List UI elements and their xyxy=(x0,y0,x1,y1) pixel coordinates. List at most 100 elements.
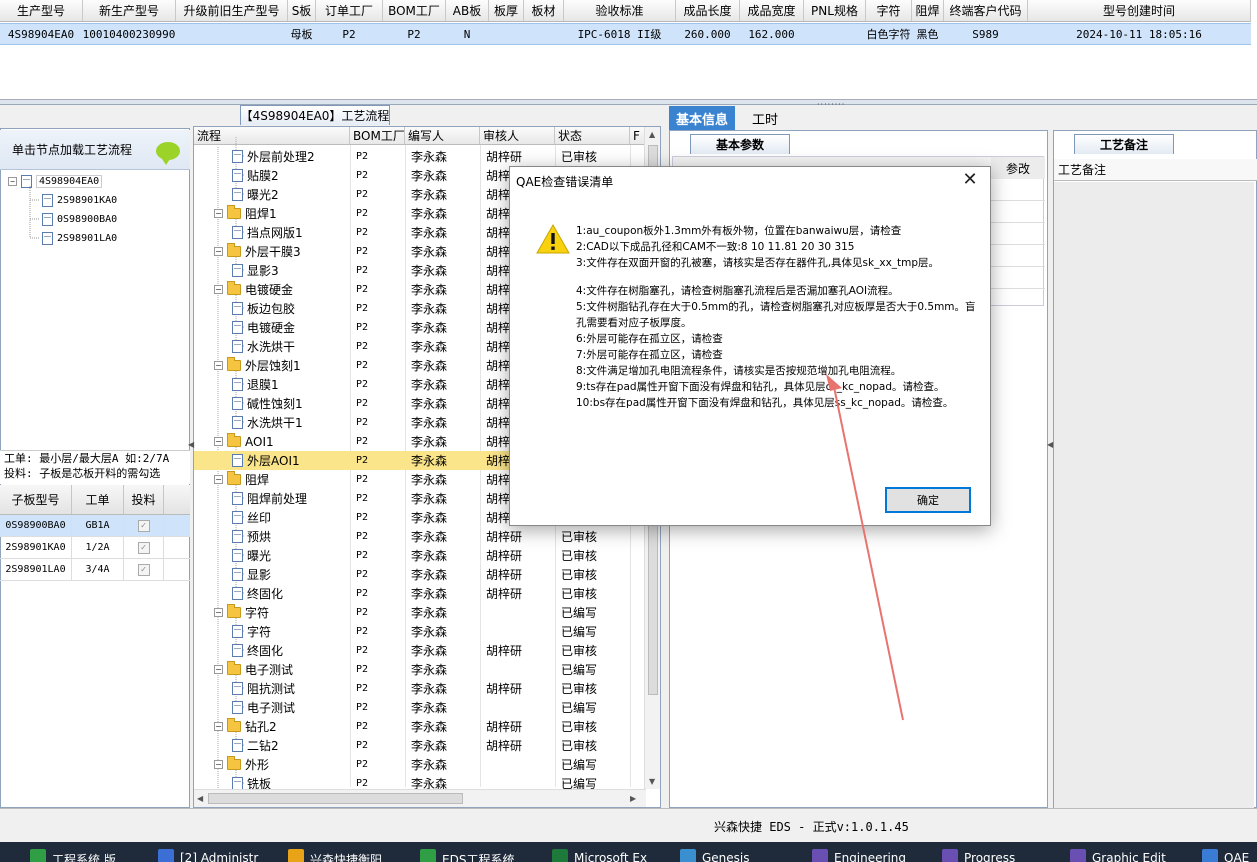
col-header[interactable]: 升级前旧生产型号 xyxy=(176,0,288,21)
col-header[interactable]: 板厚 xyxy=(489,0,524,21)
tab-basic-info[interactable]: 基本信息 xyxy=(669,106,735,130)
grid-cell[interactable]: 162.000 xyxy=(740,24,804,44)
taskbar-item[interactable]: Microsoft Ex xyxy=(552,842,647,862)
scroll-left-icon[interactable]: ◀ xyxy=(197,794,203,803)
grid-cell[interactable]: N xyxy=(446,24,489,44)
model-grid-row[interactable]: 4S98904EA0 10010400230990 母板 P2 P2 N IPC-6018 … xyxy=(0,23,1251,45)
process-row[interactable]: − 字符 P2 李永森 已编写 xyxy=(194,603,644,622)
col-header[interactable]: 参改 xyxy=(991,157,1045,179)
tab-process-note[interactable]: 工艺备注 xyxy=(1074,134,1174,154)
feed-checkbox[interactable]: ✓ xyxy=(137,541,150,554)
taskbar-item[interactable]: Engineering xyxy=(812,842,906,862)
grid-cell[interactable] xyxy=(176,24,288,44)
grid-cell[interactable]: S989 xyxy=(944,24,1028,44)
col-header[interactable]: 新生产型号 xyxy=(83,0,176,21)
process-row[interactable]: 终固化 P2 李永森 胡梓研 已审核 xyxy=(194,584,644,603)
collapse-icon[interactable]: − xyxy=(214,437,223,446)
col-header[interactable]: 编写人 xyxy=(405,127,480,144)
process-row[interactable]: 预烘 P2 李永森 胡梓研 已审核 xyxy=(194,527,644,546)
sub-board-row[interactable]: 0S98900BA0 GB1A ✓ xyxy=(0,515,190,537)
collapse-icon[interactable]: − xyxy=(214,665,223,674)
process-row[interactable]: 电子测试 P2 李永森 已编写 xyxy=(194,698,644,717)
col-header[interactable]: 终端客户代码 xyxy=(944,0,1028,21)
grid-cell[interactable]: 2024-10-11 18:05:16 xyxy=(1028,24,1251,44)
grid-cell[interactable]: 4S98904EA0 xyxy=(0,24,83,44)
close-icon[interactable]: ✕ xyxy=(958,169,982,190)
grid-cell[interactable]: 260.000 xyxy=(676,24,740,44)
col-header[interactable]: 审核人 xyxy=(480,127,555,144)
tab-hours[interactable]: 工时 xyxy=(745,106,785,130)
feed-checkbox[interactable]: ✓ xyxy=(137,519,150,532)
col-header[interactable]: 字符 xyxy=(866,0,912,21)
taskbar-item[interactable]: Graphic Edit xyxy=(1070,842,1166,862)
col-header[interactable]: 工单 xyxy=(72,485,124,514)
grid-cell[interactable] xyxy=(804,24,866,44)
grid-cell[interactable]: 黑色 xyxy=(912,24,944,44)
col-header[interactable]: 状态 xyxy=(555,127,630,144)
collapse-icon[interactable]: − xyxy=(214,247,223,256)
taskbar-item[interactable]: [2] Administr xyxy=(158,842,258,862)
sub-board-row[interactable]: 2S98901KA0 1/2A ✓ xyxy=(0,537,190,559)
taskbar-item[interactable]: QAE xyxy=(1202,842,1249,862)
collapse-icon[interactable]: − xyxy=(214,608,223,617)
col-header[interactable]: AB板 xyxy=(446,0,489,21)
splitter-grip[interactable]: ◀ xyxy=(1047,440,1053,450)
collapse-icon[interactable]: − xyxy=(214,285,223,294)
col-header[interactable]: 订单工厂 xyxy=(316,0,383,21)
col-header[interactable]: 子板型号 xyxy=(0,485,72,514)
process-row[interactable]: 阻抗测试 P2 李永森 胡梓研 已审核 xyxy=(194,679,644,698)
col-header[interactable]: 验收标准 xyxy=(564,0,676,21)
horizontal-splitter[interactable]: ········ xyxy=(0,100,1257,109)
grid-cell[interactable]: 母板 xyxy=(288,24,316,44)
taskbar-item[interactable]: Genesis xyxy=(680,842,750,862)
process-row[interactable]: 曝光 P2 李永森 胡梓研 已审核 xyxy=(194,546,644,565)
process-row[interactable]: 外层前处理2 P2 李永森 胡梓研 已审核 xyxy=(194,147,644,166)
grid-cell[interactable] xyxy=(524,24,564,44)
grid-cell[interactable]: P2 xyxy=(316,24,383,44)
col-header[interactable]: 板材 xyxy=(524,0,564,21)
horizontal-scrollbar[interactable]: ◀ ▶ xyxy=(194,789,646,807)
scroll-up-icon[interactable]: ▲ xyxy=(649,130,655,139)
splitter-grip[interactable]: ◀ xyxy=(188,440,194,450)
taskbar-item[interactable]: EDS工程系统 xyxy=(420,842,514,862)
col-header[interactable]: 型号创建时间 xyxy=(1028,0,1251,21)
sub-board-row[interactable]: 2S98901LA0 3/4A ✓ xyxy=(0,559,190,581)
grid-cell[interactable]: IPC-6018 II级 xyxy=(564,24,676,44)
taskbar-item[interactable]: 兴森快捷衡阳 xyxy=(288,842,382,862)
grid-cell[interactable]: 白色字符 xyxy=(866,24,912,44)
col-header[interactable]: BOM工厂 xyxy=(383,0,446,21)
collapse-icon[interactable]: − xyxy=(214,361,223,370)
process-row[interactable]: − 电子测试 P2 李永森 已编写 xyxy=(194,660,644,679)
collapse-icon[interactable]: − xyxy=(214,722,223,731)
scrollbar-thumb[interactable] xyxy=(208,793,463,804)
process-row[interactable]: − 外形 P2 李永森 已编写 xyxy=(194,755,644,774)
process-row[interactable]: 字符 P2 李永森 已编写 xyxy=(194,622,644,641)
col-header[interactable]: 投料 xyxy=(124,485,164,514)
col-header[interactable]: 生产型号 xyxy=(0,0,83,21)
scroll-down-icon[interactable]: ▼ xyxy=(649,777,655,786)
tab-basic-params[interactable]: 基本参数 xyxy=(690,134,790,154)
taskbar-item[interactable]: Progress xyxy=(942,842,1015,862)
process-tab[interactable]: 【4S98904EA0】工艺流程 xyxy=(240,105,390,125)
col-header[interactable]: BOM工厂 xyxy=(350,127,405,144)
grid-cell[interactable] xyxy=(489,24,524,44)
col-header[interactable]: 成品宽度 xyxy=(740,0,804,21)
process-row[interactable]: 二钻2 P2 李永森 胡梓研 已审核 xyxy=(194,736,644,755)
process-note-area[interactable] xyxy=(1054,182,1254,808)
process-row[interactable]: 终固化 P2 李永森 胡梓研 已审核 xyxy=(194,641,644,660)
collapse-icon[interactable]: − xyxy=(214,209,223,218)
scroll-right-icon[interactable]: ▶ xyxy=(630,794,636,803)
feed-checkbox[interactable]: ✓ xyxy=(137,563,150,576)
collapse-icon[interactable]: − xyxy=(214,475,223,484)
ok-button[interactable]: 确定 xyxy=(885,487,971,513)
process-row[interactable]: 显影 P2 李永森 胡梓研 已审核 xyxy=(194,565,644,584)
col-header[interactable]: 阻焊 xyxy=(912,0,944,21)
col-header[interactable]: 成品长度 xyxy=(676,0,740,21)
col-header[interactable]: S板 xyxy=(288,0,316,21)
taskbar-item[interactable]: 工程系统 版 xyxy=(30,842,116,862)
collapse-icon[interactable]: − xyxy=(214,760,223,769)
process-row[interactable]: − 钻孔2 P2 李永森 胡梓研 已审核 xyxy=(194,717,644,736)
grid-cell[interactable]: 10010400230990 xyxy=(83,24,176,44)
col-header[interactable]: PNL规格 xyxy=(804,0,866,21)
grid-cell[interactable]: P2 xyxy=(383,24,446,44)
